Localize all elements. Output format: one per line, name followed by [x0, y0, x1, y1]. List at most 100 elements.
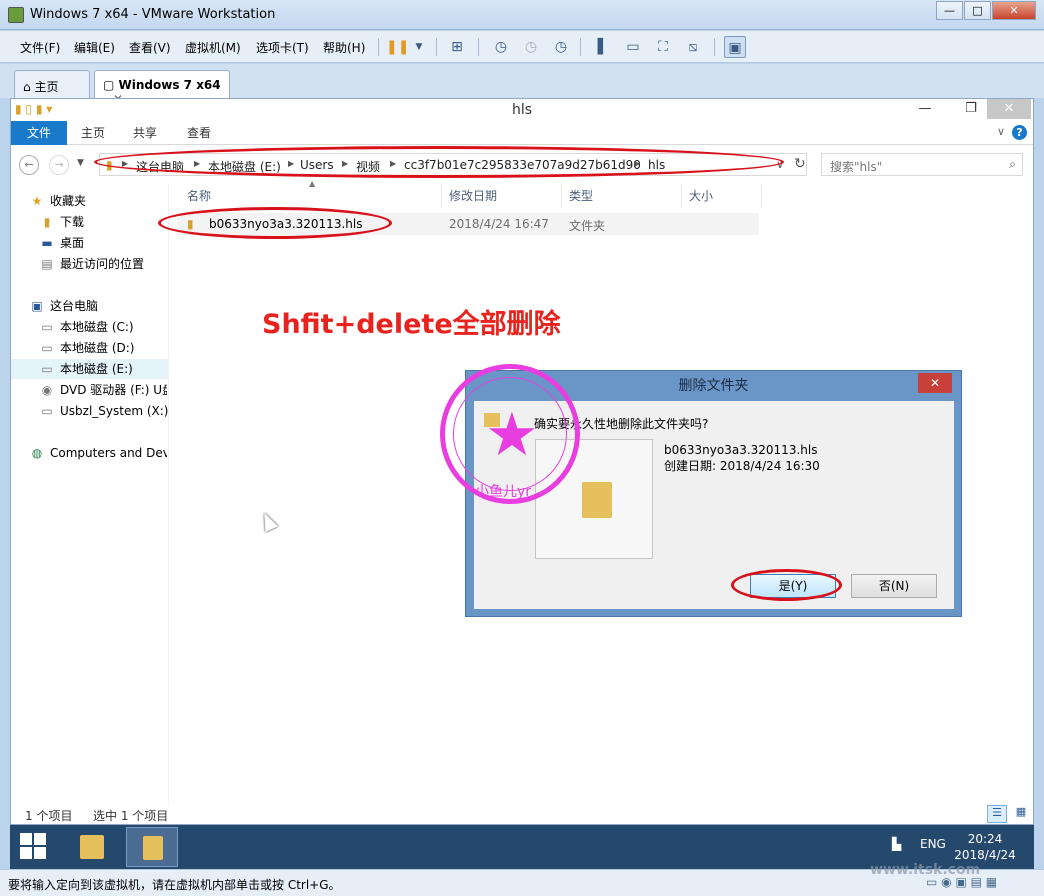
- column-date[interactable]: 修改日期: [449, 187, 497, 207]
- language-indicator[interactable]: ENG: [920, 837, 946, 851]
- window-title: Windows 7 x64 - VMware Workstation: [30, 7, 276, 22]
- menu-vm[interactable]: 虚拟机(M): [185, 39, 241, 56]
- nav-dvd-drive[interactable]: ◉ DVD 驱动器 (F:) U盘: [39, 380, 167, 400]
- explorer-minimize-button[interactable]: —: [911, 99, 939, 119]
- refresh-icon[interactable]: ↻: [794, 156, 806, 172]
- help-icon[interactable]: ?: [1012, 125, 1027, 140]
- ribbon-expand-icon[interactable]: ∨: [997, 125, 1005, 138]
- tab-home-label: 主页: [34, 80, 59, 94]
- stamp-watermark: ★ 小鱼儿yr: [440, 364, 580, 504]
- menu-view[interactable]: 查看(V): [129, 39, 171, 56]
- nav-label: 最近访问的位置: [60, 257, 145, 271]
- column-divider[interactable]: [561, 185, 562, 207]
- ribbon: 文件 主页 共享 查看 ∨ ?: [11, 121, 1033, 145]
- ribbon-tab-share[interactable]: 共享: [119, 121, 171, 145]
- snapshot-manager-icon[interactable]: ◷: [550, 36, 572, 58]
- toolbar-separator: [436, 38, 437, 56]
- explorer-close-button[interactable]: ✕: [987, 99, 1031, 119]
- search-icon: ⌕: [1009, 157, 1016, 171]
- nav-desktop[interactable]: ▬ 桌面: [39, 233, 84, 253]
- window-controls: — □ ✕: [935, 1, 1036, 20]
- clock[interactable]: 20:24 2018/4/24: [950, 831, 1020, 863]
- vmware-title-bar: Windows 7 x64 - VMware Workstation — □ ✕: [0, 0, 1044, 30]
- column-divider[interactable]: [441, 185, 442, 207]
- minimize-button[interactable]: —: [936, 1, 963, 20]
- taskbar-explorer-pinned[interactable]: [66, 827, 118, 867]
- nav-drive-d[interactable]: ▭ 本地磁盘 (D:): [39, 338, 134, 358]
- tab-windows7[interactable]: ▢ Windows 7 x64 ✕: [94, 70, 230, 106]
- explorer-title: hls: [511, 102, 533, 118]
- maximize-button[interactable]: □: [964, 1, 991, 20]
- taskbar-explorer-active[interactable]: [126, 827, 178, 867]
- nav-network[interactable]: ◍ Computers and Dev: [29, 443, 167, 463]
- vmware-tab-strip: ⌂ 主页 ✕ ▢ Windows 7 x64 ✕: [0, 64, 1044, 109]
- nav-favorites[interactable]: ★ 收藏夹: [29, 191, 86, 211]
- desktop-icon: ▬: [41, 236, 53, 250]
- star-icon: ★: [31, 194, 43, 208]
- stamp-name: 小鱼儿yr: [475, 484, 532, 500]
- dialog-close-button[interactable]: ✕: [918, 373, 952, 393]
- nav-label: 这台电脑: [50, 299, 99, 313]
- file-date: 2018/4/24 16:47: [449, 217, 549, 231]
- explorer-title-bar: ▮ ▯ ▮ ▾ hls — ❐ ✕: [11, 99, 1033, 121]
- snapshot-icon[interactable]: ◷: [490, 36, 512, 58]
- column-divider[interactable]: [681, 185, 682, 207]
- network-icon[interactable]: ⊞: [446, 36, 468, 58]
- windows-start-icon[interactable]: [20, 833, 48, 861]
- menu-file[interactable]: 文件(F): [20, 39, 60, 56]
- close-button[interactable]: ✕: [992, 1, 1036, 20]
- vmware-menu-bar: 文件(F) 编辑(E) 查看(V) 虚拟机(M) 选项卡(T) 帮助(H) ❚❚…: [0, 31, 1044, 63]
- dialog-created-date: 创建日期: 2018/4/24 16:30: [664, 459, 820, 473]
- ribbon-tab-file[interactable]: 文件: [11, 121, 68, 145]
- ribbon-tab-view[interactable]: 查看: [173, 121, 225, 145]
- sidebar-toggle-icon[interactable]: ▌: [592, 36, 614, 58]
- thumbnail-bar-icon[interactable]: ▭: [622, 36, 644, 58]
- star-icon: ★: [485, 400, 539, 470]
- fullscreen-icon[interactable]: ⛶: [652, 36, 674, 58]
- nav-drive-x[interactable]: ▭ Usbzl_System (X:): [39, 401, 168, 421]
- ribbon-tab-home[interactable]: 主页: [67, 121, 119, 145]
- nav-drive-c[interactable]: ▭ 本地磁盘 (C:): [39, 317, 133, 337]
- console-view-icon[interactable]: ▣: [724, 36, 746, 58]
- nav-label: 桌面: [60, 236, 85, 250]
- tab-vm-label: Windows 7 x64: [118, 78, 221, 92]
- unity-icon[interactable]: ⧅: [682, 36, 704, 58]
- search-input[interactable]: 搜索"hls" ⌕: [821, 153, 1023, 176]
- menu-edit[interactable]: 编辑(E): [74, 39, 115, 56]
- recent-locations-icon[interactable]: ▼: [77, 158, 84, 168]
- drive-icon: ▭: [41, 341, 53, 355]
- nav-downloads[interactable]: ▮ 下载: [39, 212, 84, 232]
- column-size[interactable]: 大小: [689, 187, 713, 207]
- column-name[interactable]: 名称: [187, 187, 211, 207]
- forward-icon[interactable]: →: [49, 155, 69, 175]
- details-view-icon[interactable]: ☰: [987, 805, 1007, 823]
- download-folder-icon: ▮: [43, 215, 51, 229]
- clock-time: 20:24: [967, 832, 1003, 846]
- file-type: 文件夹: [569, 219, 606, 233]
- revert-snapshot-icon[interactable]: ◷: [520, 36, 542, 58]
- column-divider[interactable]: [761, 185, 762, 207]
- nav-drive-e[interactable]: ▭ 本地磁盘 (E:): [11, 359, 168, 379]
- toolbar-separator: [580, 38, 581, 56]
- nav-label: Usbzl_System (X:): [60, 404, 169, 418]
- no-button[interactable]: 否(N): [851, 574, 937, 598]
- computer-icon: ▣: [31, 299, 43, 313]
- navigation-pane: ★ 收藏夹 ▮ 下载 ▬ 桌面 ▤ 最近访问的位置 ▣ 这台电脑 ▭ 本地磁盘 (C:) ▭…: [11, 183, 169, 803]
- nav-recent[interactable]: ▤ 最近访问的位置: [39, 254, 144, 274]
- menu-tabs[interactable]: 选项卡(T): [256, 39, 309, 56]
- back-icon[interactable]: ←: [19, 155, 39, 175]
- explorer-restore-button[interactable]: ❐: [957, 99, 985, 119]
- column-type[interactable]: 类型: [569, 187, 593, 207]
- recent-places-icon: ▤: [41, 257, 53, 271]
- chevron-down-icon[interactable]: ▼: [408, 36, 430, 58]
- toolbar-separator: [714, 38, 715, 56]
- tab-home[interactable]: ⌂ 主页 ✕: [14, 70, 90, 109]
- pause-icon[interactable]: ❚❚: [386, 36, 409, 58]
- nav-this-pc[interactable]: ▣ 这台电脑: [29, 296, 98, 316]
- status-message: 要将输入定向到该虚拟机，请在虚拟机内部单击或按 Ctrl+G。: [8, 878, 341, 892]
- large-icons-view-icon[interactable]: ▦: [1011, 805, 1031, 823]
- nav-label: DVD 驱动器 (F:) U盘: [60, 383, 167, 397]
- network-tray-icon[interactable]: ▙: [892, 837, 901, 851]
- dvd-icon: ◉: [41, 383, 53, 397]
- menu-help[interactable]: 帮助(H): [323, 39, 365, 56]
